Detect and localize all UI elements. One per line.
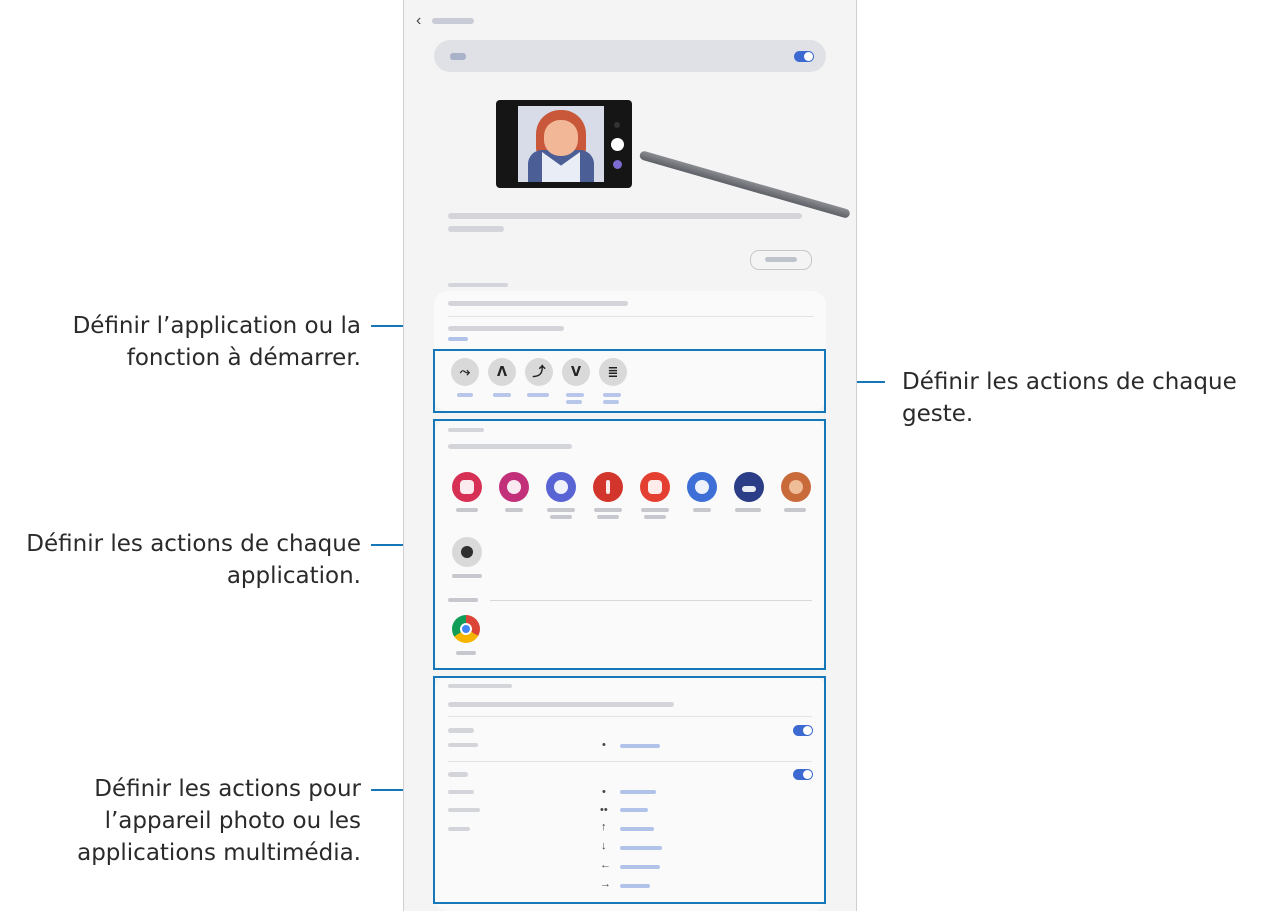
description-line — [448, 226, 504, 232]
callout-app-actions: Définir les actions de chaque applicatio… — [26, 528, 361, 592]
callout-gestures: Définir les actions de chaque geste. — [902, 366, 1237, 430]
highlight-gestures — [433, 349, 826, 413]
section-header — [448, 283, 508, 287]
pointer-setting-value — [448, 337, 468, 341]
learn-more-button[interactable] — [750, 250, 812, 270]
back-arrow-icon[interactable]: ‹ — [416, 12, 421, 30]
highlight-media-actions — [433, 676, 826, 904]
callout-line: application. — [226, 563, 361, 589]
callout-line: Définir l’application ou la — [72, 313, 361, 339]
callout-line: Définir les actions de chaque — [26, 531, 361, 557]
callout-line: Définir les actions de chaque — [902, 369, 1237, 395]
description-line — [448, 213, 802, 219]
screen-title — [432, 18, 474, 24]
illustration-portrait — [518, 106, 604, 182]
shortcut-setting-line[interactable] — [448, 301, 628, 306]
callout-line: Définir les actions pour — [94, 776, 361, 802]
callout-line: fonction à démarrer. — [126, 345, 361, 371]
callout-camera-media: Définir les actions pour l’appareil phot… — [77, 773, 361, 869]
callout-line: l’appareil photo ou les — [104, 808, 361, 834]
pointer-setting-line[interactable] — [448, 326, 564, 331]
highlight-app-actions — [433, 419, 826, 670]
master-switch-bar[interactable] — [434, 40, 826, 72]
illustration-tablet — [496, 100, 632, 188]
master-switch-label — [450, 53, 466, 60]
s-pen-illustration — [638, 150, 851, 219]
master-toggle[interactable] — [794, 51, 814, 62]
callout-line: geste. — [902, 401, 974, 427]
callout-app-function: Définir l’application ou la fonction à d… — [73, 310, 361, 374]
callout-line: applications multimédia. — [77, 840, 361, 866]
